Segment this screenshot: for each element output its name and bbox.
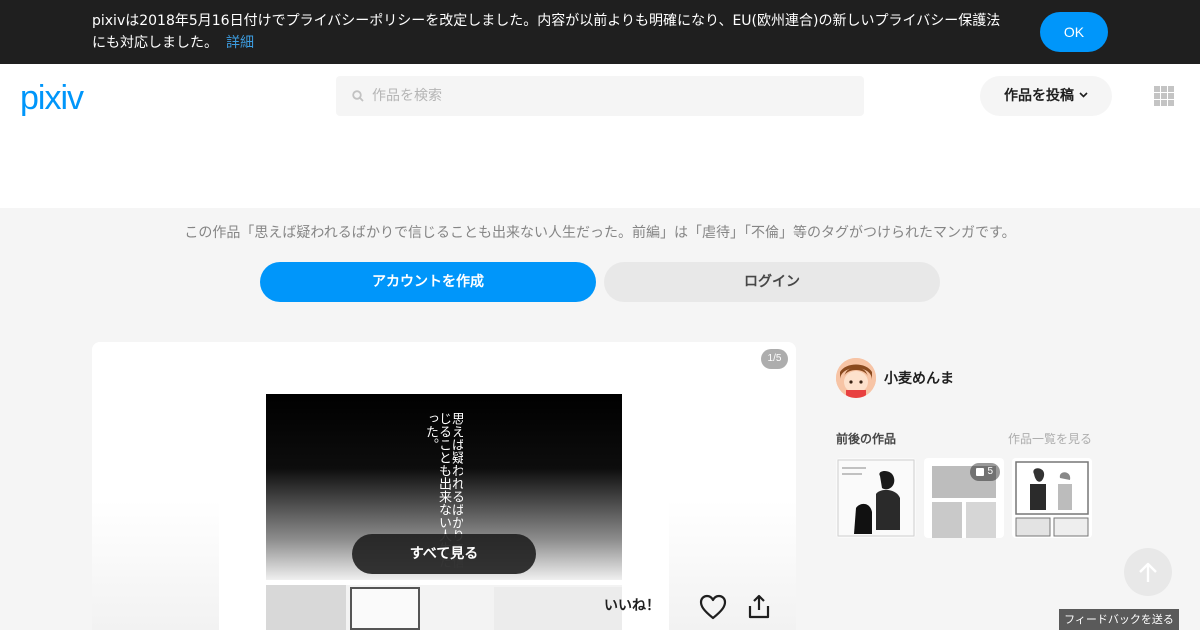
thumbnail-image	[1012, 458, 1092, 538]
search-box[interactable]	[336, 76, 864, 116]
avatar-illustration	[836, 358, 876, 398]
like-button[interactable]: いいね！	[604, 595, 660, 615]
manga-panel-small	[266, 585, 346, 630]
author-name[interactable]: 小麦めんま	[884, 368, 954, 388]
manga-page-image[interactable]: 思えば疑われるばかりで信じることも出来ない人生だった。	[219, 342, 669, 630]
manga-panel-right	[494, 587, 622, 630]
privacy-banner-text: pixivは2018年5月16日付けでプライバシーポリシーを改定しました。内容が…	[92, 10, 1012, 54]
site-header: pixiv 作品を投稿	[0, 64, 1200, 208]
thumbnail-image	[836, 458, 916, 538]
manga-panel-outlined	[350, 587, 420, 630]
page-count-badge: 5	[970, 463, 1000, 481]
see-all-button[interactable]: すべて見る	[352, 534, 536, 574]
scroll-to-top-button[interactable]	[1124, 548, 1172, 596]
card-margin-right	[669, 342, 796, 630]
artwork-tag-description: この作品「思えば疑われるばかりで信じることも出来ない人生だった。前編」は「虐待」…	[184, 225, 1016, 241]
heart-icon[interactable]	[699, 594, 727, 620]
card-margin-left	[92, 342, 219, 630]
chevron-down-icon	[1079, 92, 1088, 98]
post-work-button[interactable]: 作品を投稿	[980, 76, 1112, 116]
share-icon[interactable]	[747, 594, 771, 620]
artwork-card: 思えば疑われるばかりで信じることも出来ない人生だった。 1/5 すべて見る いい…	[92, 342, 796, 630]
adjacent-works-title: 前後の作品	[836, 432, 897, 446]
adjacent-work-thumbnail[interactable]	[1012, 458, 1092, 538]
service-menu-icon[interactable]	[1154, 86, 1174, 106]
author-avatar[interactable]	[836, 358, 876, 398]
create-account-button[interactable]: アカウントを作成	[260, 262, 596, 302]
search-input[interactable]	[372, 76, 852, 116]
privacy-details-link[interactable]: 詳細	[226, 35, 254, 51]
feedback-button[interactable]: フィードバックを送る	[1059, 609, 1179, 630]
pixiv-logo[interactable]: pixiv	[20, 79, 84, 118]
post-work-label: 作品を投稿	[1004, 88, 1074, 104]
search-icon	[352, 90, 364, 102]
signup-section: この作品「思えば疑われるばかりで信じることも出来ない人生だった。前編」は「虐待」…	[0, 208, 1200, 318]
see-work-list-link[interactable]: 作品一覧を見る	[1008, 430, 1092, 447]
adjacent-work-thumbnail[interactable]: 5	[924, 458, 1004, 538]
pages-icon	[976, 468, 984, 476]
page-counter-badge: 1/5	[761, 349, 788, 369]
login-button[interactable]: ログイン	[604, 262, 940, 302]
arrow-up-icon	[1139, 562, 1157, 582]
manga-lower-panels	[266, 585, 622, 630]
privacy-ok-button[interactable]: OK	[1040, 12, 1108, 52]
privacy-banner: pixivは2018年5月16日付けでプライバシーポリシーを改定しました。内容が…	[0, 0, 1200, 64]
page-count: 5	[987, 466, 993, 477]
adjacent-work-thumbnail[interactable]	[836, 458, 916, 538]
